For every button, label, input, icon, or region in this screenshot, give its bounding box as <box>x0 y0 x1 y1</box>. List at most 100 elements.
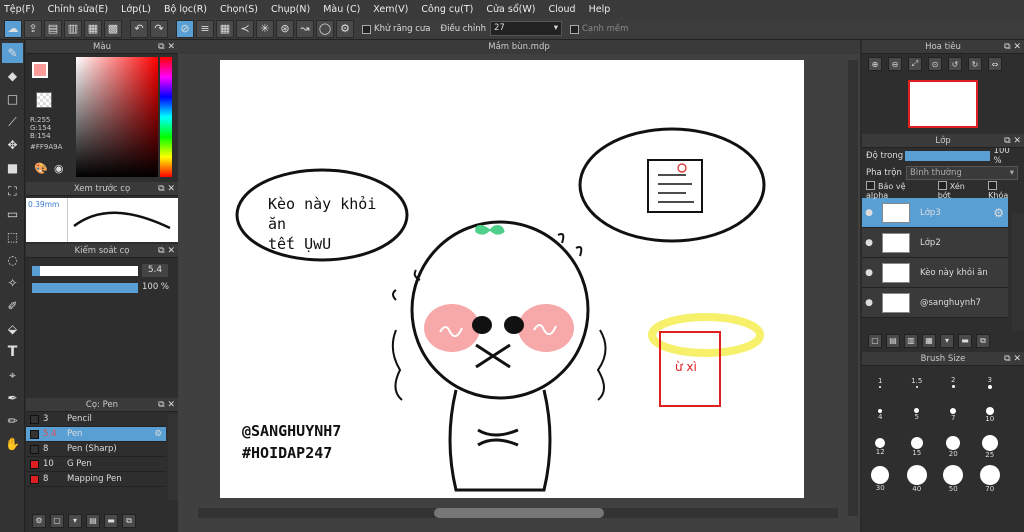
fit-icon[interactable]: ⤢ <box>908 57 922 71</box>
snap-circle-icon[interactable]: ⊛ <box>276 19 294 38</box>
brush-menu-icon[interactable]: ▾ <box>68 513 82 528</box>
brush-size-option[interactable]: 1.5 <box>903 377 931 388</box>
new-icon[interactable]: ▤ <box>44 19 62 38</box>
menu-item[interactable]: Cloud <box>548 4 575 15</box>
navigator-preview[interactable] <box>908 80 978 128</box>
drawing-canvas[interactable]: Kèo này khỏi ăn tết ỤwU ừ xì @SANGHUYNH7… <box>220 60 804 498</box>
lasso-tool-icon[interactable]: ◌ <box>2 250 23 270</box>
visibility-icon[interactable]: ● <box>862 238 876 248</box>
flip-icon[interactable]: ⇔ <box>988 57 1002 71</box>
menu-item[interactable]: Công cụ(T) <box>421 4 473 15</box>
move-tool-icon[interactable]: ✥ <box>2 135 23 155</box>
layer-item[interactable]: ● Lớp2 <box>862 228 1008 258</box>
gradient-tool-icon[interactable]: ▭ <box>2 204 23 224</box>
brush-size-option[interactable]: 20 <box>939 435 967 458</box>
layer-item[interactable]: ● Lớp3 ⚙ <box>862 198 1008 228</box>
adjust-select[interactable]: 27 ▾ <box>489 21 562 36</box>
protect-alpha-checkbox[interactable]: Bảo vệ alpha <box>866 180 930 200</box>
brush-size-option[interactable]: 3 <box>976 376 1004 389</box>
brush-size-option[interactable]: 50 <box>939 464 967 493</box>
brush-size-slider[interactable] <box>32 266 138 276</box>
brush-list-item[interactable]: 10 G Pen <box>26 457 166 472</box>
snap-vanish-icon[interactable]: ≺ <box>236 19 254 38</box>
select-pen-icon[interactable]: ✐ <box>2 296 23 316</box>
gear-icon[interactable]: ⚙ <box>154 429 162 439</box>
grid-icon[interactable]: ▩ <box>104 19 122 38</box>
snap-settings-icon[interactable]: ⚙ <box>336 19 354 38</box>
brush-size-option[interactable]: 7 <box>939 407 967 422</box>
fg-color-swatch[interactable] <box>32 62 48 78</box>
menu-item[interactable]: Lớp(L) <box>121 4 151 15</box>
zoom-icon[interactable]: ⊙ <box>928 57 942 71</box>
menu-item[interactable]: Chụp(N) <box>271 4 310 15</box>
palette-icon[interactable]: 🎨 <box>34 162 48 175</box>
brush-size-option[interactable]: 15 <box>903 436 931 457</box>
brush-new-icon[interactable]: ▢ <box>50 513 64 528</box>
undo-icon[interactable]: ↶ <box>130 19 148 38</box>
select-eraser-icon[interactable]: ⬙ <box>2 319 23 339</box>
fill-rect-icon[interactable]: ■ <box>2 158 23 178</box>
hue-slider[interactable] <box>160 57 172 177</box>
brush-size-option[interactable]: 4 <box>866 408 894 421</box>
brush-size-option[interactable]: 40 <box>903 464 931 493</box>
line-tool-icon[interactable]: ⟋ <box>2 112 23 132</box>
snap-off-icon[interactable]: ⊘ <box>176 19 194 38</box>
menu-item[interactable]: Help <box>589 4 611 15</box>
export-icon[interactable]: ⇪ <box>24 19 42 38</box>
brush-list-item[interactable]: 3 Pencil <box>26 412 166 427</box>
cloud-icon[interactable]: ☁ <box>4 19 22 38</box>
panel-close-icon[interactable]: ⧉ ✕ <box>158 40 175 54</box>
rect-tool-icon[interactable]: □ <box>2 89 23 109</box>
pen-tool-icon[interactable]: ✏ <box>2 411 23 431</box>
menu-item[interactable]: Xem(V) <box>373 4 408 15</box>
menu-item[interactable]: Chỉnh sửa(E) <box>48 4 109 15</box>
document-tab[interactable]: Mắm bùn.mdp <box>178 40 860 54</box>
layer-delete-icon[interactable]: ⧉ <box>976 334 990 348</box>
menu-item[interactable]: Chọn(S) <box>220 4 258 15</box>
panel-close-icon[interactable]: ⧉ ✕ <box>1004 40 1021 54</box>
antialias-checkbox[interactable]: Khử răng cưa <box>362 24 431 34</box>
blend-select[interactable]: Bình thường ▾ <box>906 166 1018 180</box>
brush-size-option[interactable]: 10 <box>976 406 1004 423</box>
brush-opacity-slider[interactable] <box>32 283 138 293</box>
layer-opacity-slider[interactable] <box>905 151 990 161</box>
layer-item[interactable]: ● Kèo này khỏi ăn <box>862 258 1008 288</box>
zoom-in-icon[interactable]: ⊕ <box>868 57 882 71</box>
brush-size-option[interactable]: 5 <box>903 407 931 421</box>
brush-size-option[interactable]: 30 <box>866 465 894 492</box>
brush-list-item[interactable]: 8 Mapping Pen <box>26 472 166 487</box>
lock-checkbox[interactable]: Khóa <box>988 180 1020 200</box>
new-layer2-icon[interactable]: ▤ <box>886 333 900 348</box>
zoom-out-icon[interactable]: ⊖ <box>888 57 902 71</box>
layer-item[interactable]: ● @sanghuynh7 <box>862 288 1008 318</box>
new-layer3-icon[interactable]: ▥ <box>904 333 918 348</box>
brush-folder-icon[interactable]: ▬ <box>104 513 118 528</box>
panel-close-icon[interactable]: ⧉ ✕ <box>1004 352 1021 366</box>
brush-add-icon[interactable]: ⚙ <box>32 513 46 528</box>
panel-close-icon[interactable]: ⧉ ✕ <box>158 182 175 196</box>
brush-list-item[interactable]: 5.4 Pen ⚙ <box>26 427 166 442</box>
brush-size-option[interactable]: 1 <box>866 377 894 388</box>
new-layer4-icon[interactable]: ▦ <box>922 333 936 348</box>
color-picker-square[interactable] <box>76 57 158 177</box>
menu-item[interactable]: Màu (C) <box>323 4 360 15</box>
brush-size-option[interactable]: 70 <box>976 464 1004 493</box>
brush-size-value[interactable]: 5.4 <box>142 264 168 277</box>
brush-size-option[interactable]: 2 <box>939 376 967 388</box>
layer-folder-icon[interactable]: ▬ <box>958 333 972 348</box>
brush-tool-icon[interactable]: ✎ <box>2 43 23 63</box>
menu-item[interactable]: Cửa sổ(W) <box>486 4 535 15</box>
h-scrollbar[interactable] <box>198 508 838 518</box>
snap-parallel-icon[interactable]: ≡ <box>196 19 214 38</box>
eraser-tool-icon[interactable]: ◆ <box>2 66 23 86</box>
brush-delete-icon[interactable]: ⧉ <box>122 514 136 528</box>
brush-size-option[interactable]: 12 <box>866 437 894 456</box>
save-icon[interactable]: ▦ <box>84 19 102 38</box>
menu-item[interactable]: Tệp(F) <box>4 4 35 15</box>
brush-list-scrollbar[interactable] <box>168 414 178 500</box>
snap-radial-icon[interactable]: ✳ <box>256 19 274 38</box>
rotate-right-icon[interactable]: ↻ <box>968 57 982 71</box>
bg-color-swatch[interactable] <box>36 92 52 108</box>
magic-wand-icon[interactable]: ✧ <box>2 273 23 293</box>
visibility-icon[interactable]: ● <box>862 208 876 218</box>
